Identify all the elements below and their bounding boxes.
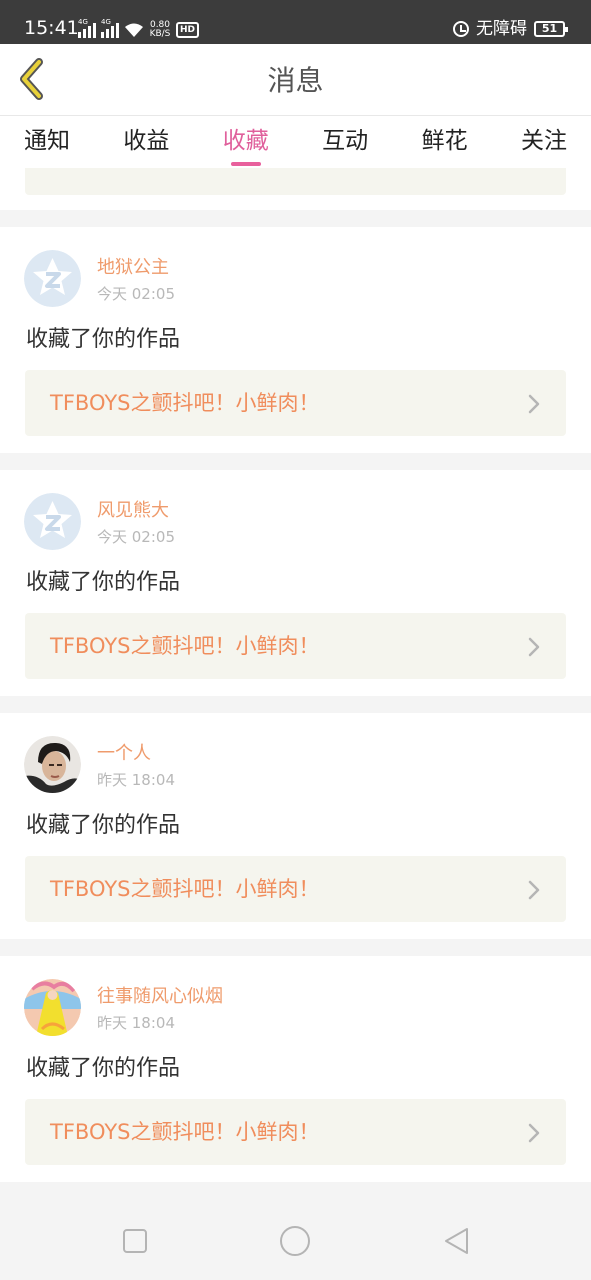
list-item: 风见熊大 今天 02:05 收藏了你的作品 TFBOYS之颤抖吧！小鲜肉！ [0, 470, 591, 696]
work-link[interactable]: TFBOYS之颤抖吧！小鲜肉！ [25, 370, 566, 436]
app-header: 消息 [0, 44, 591, 116]
avatar[interactable] [24, 250, 81, 307]
tab-notifications[interactable]: 通知 [24, 116, 70, 168]
avatar[interactable] [24, 979, 81, 1036]
recents-button[interactable] [115, 1221, 155, 1261]
chevron-right-icon [528, 637, 540, 657]
user-name[interactable]: 风见熊大 [97, 500, 169, 522]
wifi-icon [125, 23, 143, 37]
signal-icon: 4G [101, 18, 119, 38]
tab-following[interactable]: 关注 [521, 116, 567, 168]
status-icons: 4G 4G 0.80 KB/S HD [78, 18, 200, 40]
net-speed: 0.80 KB/S [149, 20, 171, 39]
work-link[interactable]: TFBOYS之颤抖吧！小鲜肉！ [25, 856, 566, 922]
status-bar: 15:41 4G 4G 0.80 KB/S HD 无障碍 51 [0, 0, 591, 44]
work-title: TFBOYS之颤抖吧！小鲜肉！ [50, 877, 320, 901]
favorites-feed: 地狱公主 今天 02:05 收藏了你的作品 TFBOYS之颤抖吧！小鲜肉！ 风见… [0, 168, 591, 1182]
tab-interactions[interactable]: 互动 [322, 116, 368, 168]
chevron-right-icon [528, 1123, 540, 1143]
post-time: 昨天 18:04 [97, 1014, 175, 1032]
post-time: 今天 02:05 [97, 285, 175, 303]
chevron-right-icon [528, 394, 540, 414]
accessibility-label: 无障碍 [476, 19, 527, 39]
post-time: 昨天 18:04 [97, 771, 175, 789]
alarm-icon [453, 21, 469, 37]
circle-icon [280, 1226, 310, 1256]
list-item: 地狱公主 今天 02:05 收藏了你的作品 TFBOYS之颤抖吧！小鲜肉！ [0, 227, 591, 453]
user-name[interactable]: 地狱公主 [97, 257, 169, 279]
nav-back-button[interactable] [436, 1221, 476, 1261]
status-right: 无障碍 51 [453, 17, 568, 41]
network-type-label: 4G [101, 18, 111, 26]
triangle-back-icon [445, 1228, 468, 1254]
signal-icon: 4G [78, 18, 96, 38]
action-text: 收藏了你的作品 [26, 813, 181, 838]
work-title: TFBOYS之颤抖吧！小鲜肉！ [50, 391, 320, 415]
action-text: 收藏了你的作品 [26, 1056, 181, 1081]
action-text: 收藏了你的作品 [26, 570, 181, 595]
post-time: 今天 02:05 [97, 528, 175, 546]
tab-flowers[interactable]: 鲜花 [422, 116, 468, 168]
work-link[interactable]: TFBOYS之颤抖吧！小鲜肉！ [25, 613, 566, 679]
tab-earnings[interactable]: 收益 [123, 116, 169, 168]
chevron-right-icon [528, 880, 540, 900]
list-item: 往事随风心似烟 昨天 18:04 收藏了你的作品 TFBOYS之颤抖吧！小鲜肉！ [0, 956, 591, 1182]
action-text: 收藏了你的作品 [26, 327, 181, 352]
network-type-label: 4G [78, 18, 88, 26]
work-title: TFBOYS之颤抖吧！小鲜肉！ [50, 1120, 320, 1144]
hd-icon: HD [176, 22, 200, 38]
work-title: TFBOYS之颤抖吧！小鲜肉！ [50, 634, 320, 658]
work-link[interactable]: TFBOYS之颤抖吧！小鲜肉！ [25, 1099, 566, 1165]
list-item [0, 168, 591, 210]
home-button[interactable] [275, 1221, 315, 1261]
battery-icon: 51 [534, 21, 568, 37]
square-icon [123, 1229, 147, 1253]
avatar[interactable] [24, 736, 81, 793]
work-link[interactable] [25, 168, 566, 195]
tab-bar: 通知 收益 收藏 互动 鲜花 关注 [0, 116, 591, 168]
user-name[interactable]: 往事随风心似烟 [97, 986, 223, 1008]
user-name[interactable]: 一个人 [97, 743, 151, 765]
status-time: 15:41 [24, 17, 79, 39]
tab-favorites[interactable]: 收藏 [223, 116, 269, 168]
avatar[interactable] [24, 493, 81, 550]
system-nav-bar [0, 1185, 591, 1280]
page-title: 消息 [267, 64, 324, 97]
list-item: 一个人 昨天 18:04 收藏了你的作品 TFBOYS之颤抖吧！小鲜肉！ [0, 713, 591, 939]
